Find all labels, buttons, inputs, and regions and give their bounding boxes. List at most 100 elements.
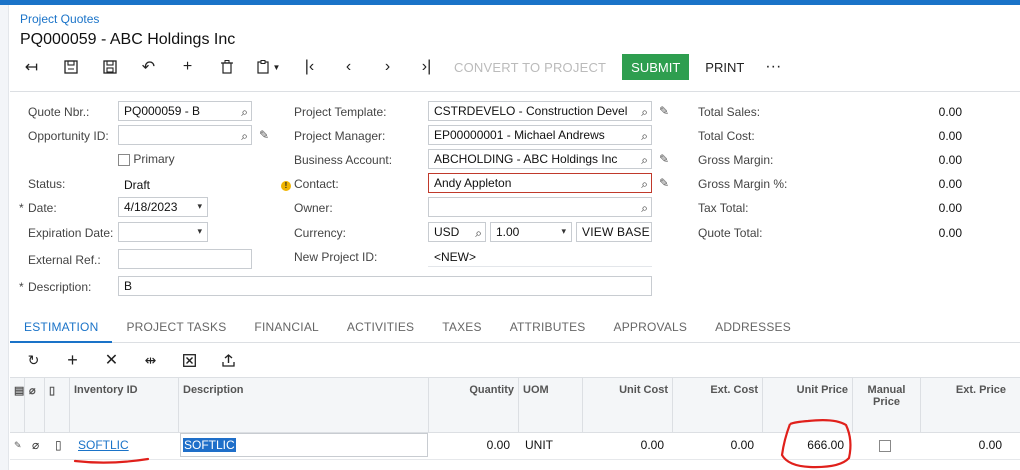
unit-cost-cell[interactable]: 0.00 <box>582 431 664 459</box>
submit-button[interactable]: SUBMIT <box>622 54 690 80</box>
notes-column-icon: ▯ <box>44 378 69 432</box>
save-close-icon[interactable] <box>51 53 90 81</box>
tax-total-label: Tax Total: <box>698 201 749 215</box>
col-manual-price[interactable]: Manual Price <box>852 378 920 432</box>
first-record-icon[interactable]: |‹ <box>290 53 329 81</box>
edit-pencil-icon[interactable]: ✎ <box>259 128 269 142</box>
search-icon[interactable]: ⌕ <box>475 224 482 241</box>
project-template-field[interactable]: CSTRDEVELO - Construction Devel ⌕ <box>428 101 652 121</box>
upload-icon[interactable] <box>209 353 248 367</box>
breadcrumb[interactable]: Project Quotes <box>20 12 99 26</box>
edit-row-icon[interactable]: ✎ <box>14 431 24 459</box>
primary-checkbox[interactable] <box>118 153 130 166</box>
col-ext-price[interactable]: Ext. Price <box>920 378 1010 432</box>
tab-activities[interactable]: ACTIVITIES <box>333 312 428 342</box>
undo-icon[interactable]: ↶ <box>129 53 168 81</box>
copy-paste-icon[interactable]: ▼ <box>246 53 290 81</box>
search-icon[interactable]: ⌕ <box>241 103 248 120</box>
dropdown-arrow-icon[interactable]: ▾ <box>197 198 202 215</box>
currency-code-field[interactable]: USD ⌕ <box>428 222 486 242</box>
col-uom[interactable]: UOM <box>518 378 582 432</box>
status-value: Draft <box>124 178 151 192</box>
save-icon[interactable] <box>90 53 129 81</box>
opportunity-id-field[interactable]: ⌕ <box>118 125 252 145</box>
owner-field[interactable]: ⌕ <box>428 197 652 217</box>
manual-price-checkbox[interactable] <box>879 431 893 459</box>
delete-row-icon[interactable]: ✕ <box>92 350 131 370</box>
export-excel-icon[interactable] <box>170 353 209 367</box>
tab-taxes[interactable]: TAXES <box>428 312 495 342</box>
edit-pencil-icon[interactable]: ✎ <box>659 152 669 166</box>
primary-checkbox-row[interactable]: Primary <box>118 152 175 166</box>
fit-columns-icon[interactable]: ⇹ <box>131 352 170 369</box>
description-selected-text: SOFTLIC <box>183 438 236 452</box>
ext-cost-cell[interactable]: 0.00 <box>672 431 754 459</box>
tab-project-tasks[interactable]: PROJECT TASKS <box>112 312 240 342</box>
search-icon[interactable]: ⌕ <box>641 103 648 120</box>
status-label: Status: <box>28 177 66 191</box>
quote-nbr-field[interactable]: PQ000059 - B ⌕ <box>118 101 252 121</box>
tab-financial[interactable]: FINANCIAL <box>240 312 332 342</box>
delete-icon[interactable] <box>207 53 246 81</box>
external-ref-field[interactable] <box>118 249 252 269</box>
new-project-id-value: <NEW> <box>434 250 477 264</box>
expiration-date-field[interactable]: ▾ <box>118 222 208 242</box>
refresh-icon[interactable]: ↻ <box>14 352 53 369</box>
owner-label: Owner: <box>294 201 333 215</box>
unit-price-cell[interactable]: 666.00 <box>762 431 844 459</box>
contact-field[interactable]: Andy Appleton ⌕ <box>428 173 652 193</box>
col-description[interactable]: Description <box>178 378 428 432</box>
total-cost-value: 0.00 <box>938 129 962 143</box>
business-account-label: Business Account: <box>294 153 393 167</box>
tab-approvals[interactable]: APPROVALS <box>600 312 702 342</box>
previous-record-icon[interactable]: ‹ <box>329 53 368 81</box>
dropdown-arrow-icon[interactable]: ▾ <box>561 223 566 240</box>
search-icon[interactable]: ⌕ <box>641 127 648 144</box>
convert-to-project-button[interactable]: CONVERT TO PROJECT <box>446 53 614 81</box>
col-unit-cost[interactable]: Unit Cost <box>582 378 672 432</box>
attachment-icon[interactable]: ⌀ <box>32 431 44 459</box>
add-row-icon[interactable]: + <box>53 350 92 371</box>
quantity-cell[interactable]: 0.00 <box>428 431 510 459</box>
tab-attributes[interactable]: ATTRIBUTES <box>496 312 600 342</box>
view-base-button[interactable]: VIEW BASE <box>576 222 652 242</box>
search-icon[interactable]: ⌕ <box>641 151 648 168</box>
warning-icon: ! <box>281 177 291 191</box>
inventory-id-link[interactable]: SOFTLIC <box>78 438 129 452</box>
more-actions-icon[interactable]: ··· <box>758 58 788 76</box>
uom-cell[interactable]: UNIT <box>525 431 583 459</box>
date-field[interactable]: 4/18/2023 ▾ <box>118 197 208 217</box>
project-manager-label: Project Manager: <box>294 129 386 143</box>
note-icon[interactable]: ▯ <box>55 431 67 459</box>
inventory-id-cell[interactable]: SOFTLIC <box>78 431 168 459</box>
col-quantity[interactable]: Quantity <box>428 378 518 432</box>
back-icon[interactable]: ↤ <box>12 53 51 81</box>
add-icon[interactable]: + <box>168 53 207 81</box>
edit-pencil-icon[interactable]: ✎ <box>659 104 669 118</box>
next-record-icon[interactable]: › <box>368 53 407 81</box>
description-field[interactable]: B <box>118 276 652 296</box>
last-record-icon[interactable]: ›| <box>407 53 446 81</box>
currency-rate-field[interactable]: 1.00 ▾ <box>490 222 572 242</box>
tab-addresses[interactable]: ADDRESSES <box>701 312 805 342</box>
dropdown-arrow-icon[interactable]: ▾ <box>197 223 202 240</box>
ext-price-cell[interactable]: 0.00 <box>920 431 1002 459</box>
edit-pencil-icon[interactable]: ✎ <box>659 176 669 190</box>
col-unit-price[interactable]: Unit Price <box>762 378 852 432</box>
divider <box>428 266 652 267</box>
project-manager-field[interactable]: EP00000001 - Michael Andrews ⌕ <box>428 125 652 145</box>
description-cell-input[interactable]: SOFTLIC <box>180 433 428 457</box>
quote-nbr-label: Quote Nbr.: <box>28 105 90 119</box>
gross-margin-pct-label: Gross Margin %: <box>698 177 788 191</box>
quote-total-label: Quote Total: <box>698 226 763 240</box>
search-icon[interactable]: ⌕ <box>241 127 248 144</box>
business-account-field[interactable]: ABCHOLDING - ABC Holdings Inc ⌕ <box>428 149 652 169</box>
col-inventory-id[interactable]: Inventory ID <box>69 378 178 432</box>
search-icon[interactable]: ⌕ <box>641 175 648 192</box>
search-icon[interactable]: ⌕ <box>641 199 648 216</box>
tab-estimation[interactable]: ESTIMATION <box>10 312 113 343</box>
project-template-label: Project Template: <box>294 105 387 119</box>
col-ext-cost[interactable]: Ext. Cost <box>672 378 762 432</box>
print-button[interactable]: PRINT <box>695 53 754 81</box>
table-row[interactable]: ✎ ⌀ ▯ SOFTLIC SOFTLIC 0.00 UNIT 0.00 0.0… <box>10 431 1020 460</box>
